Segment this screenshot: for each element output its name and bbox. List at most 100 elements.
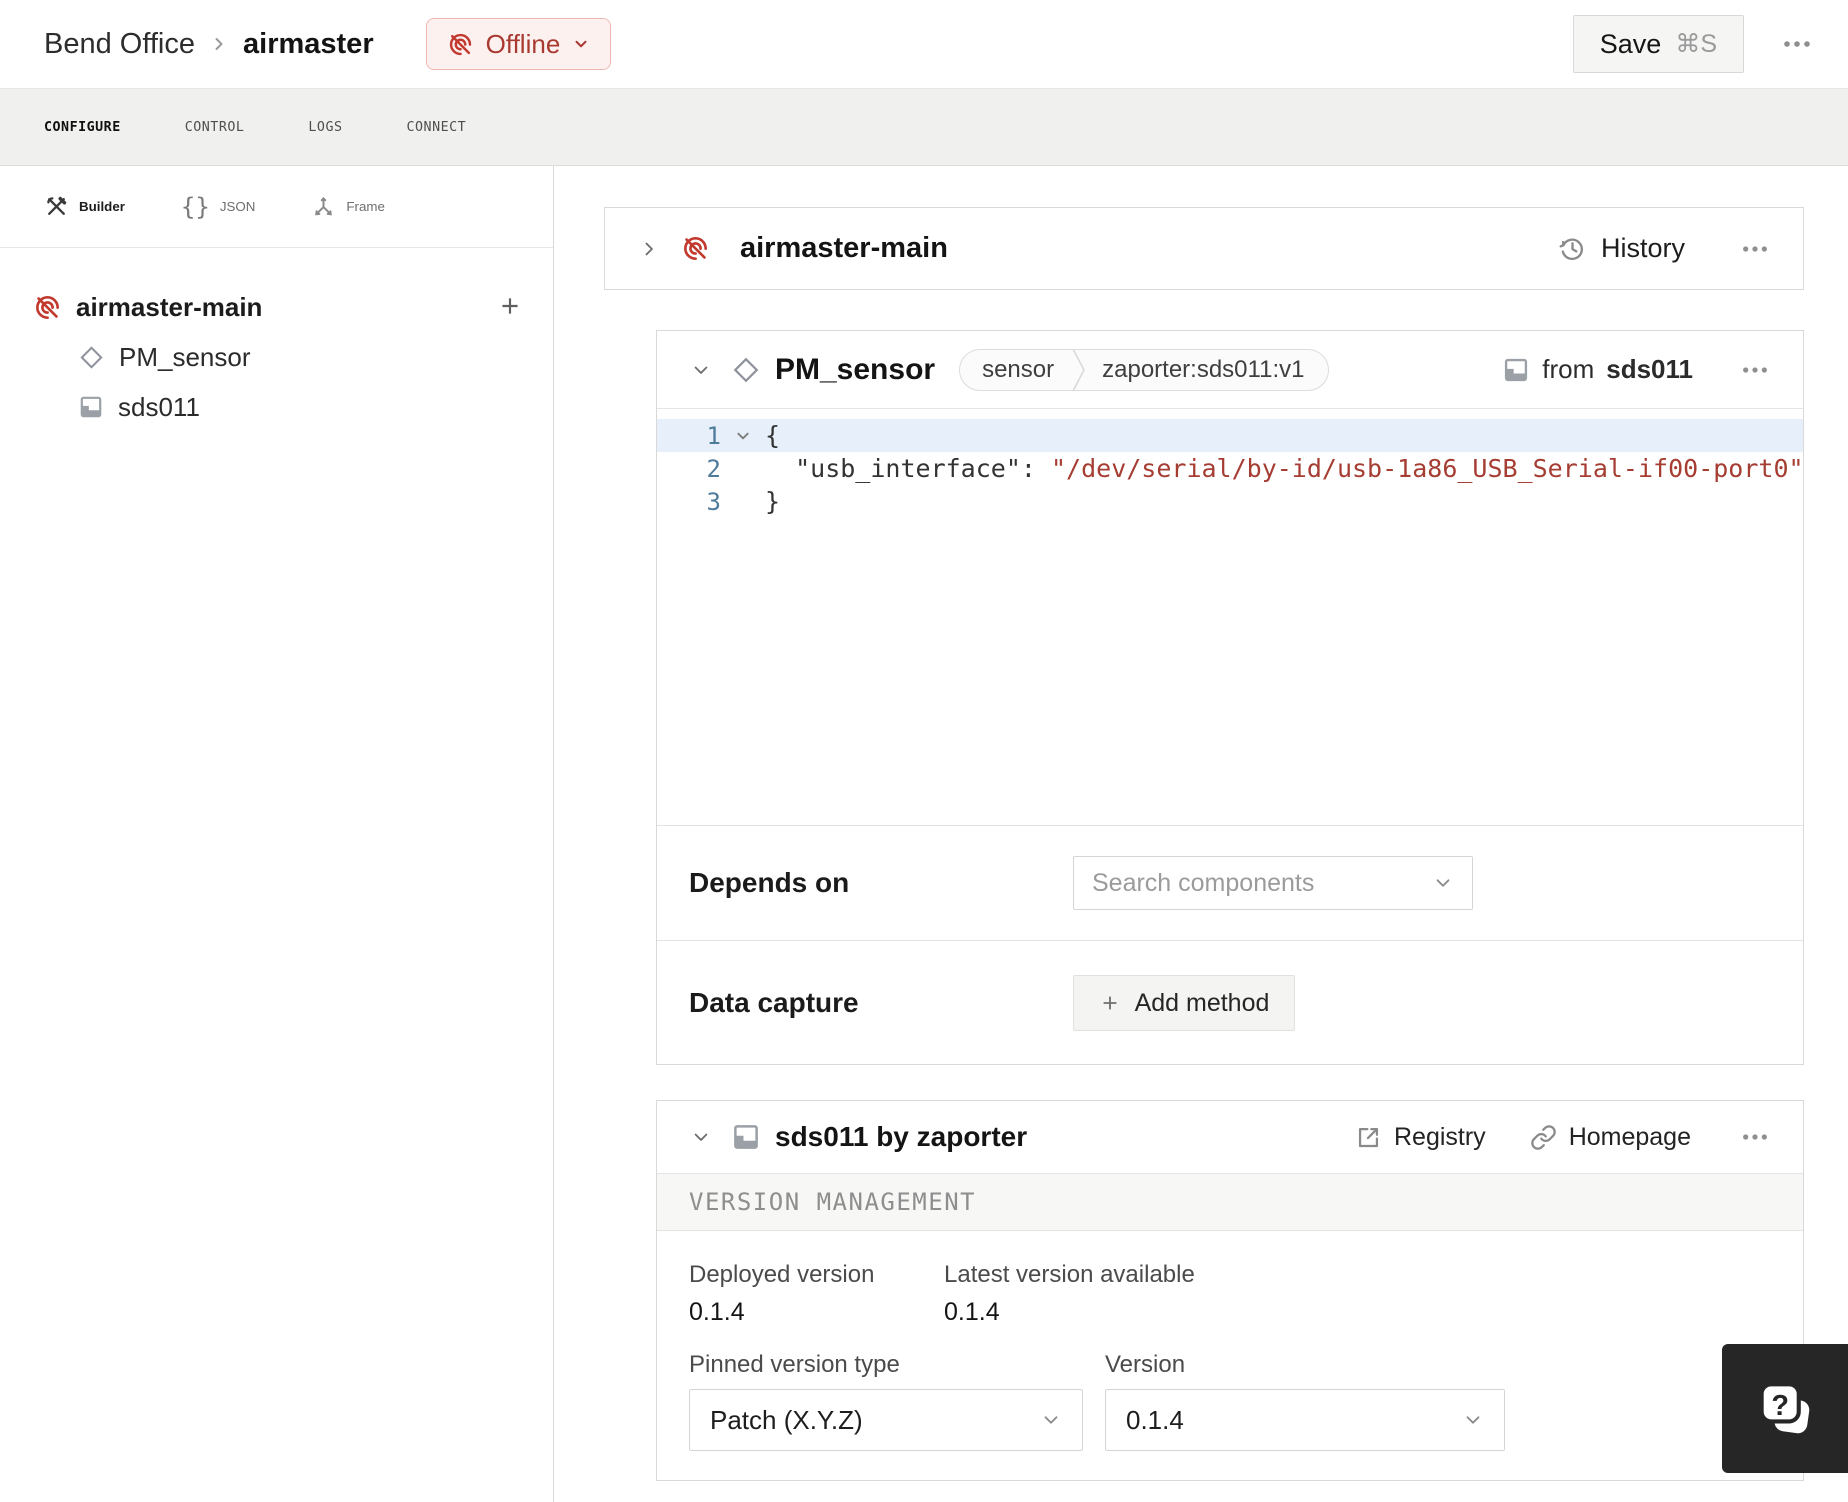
chevron-right-icon [209, 34, 229, 54]
add-method-button[interactable]: Add method [1073, 975, 1295, 1031]
homepage-label: Homepage [1568, 1122, 1691, 1151]
tools-icon [44, 194, 69, 219]
expand-part-button[interactable] [633, 233, 665, 265]
registry-label: Registry [1394, 1122, 1486, 1151]
help-button[interactable]: ? [1722, 1344, 1848, 1473]
save-button[interactable]: Save ⌘S [1572, 15, 1744, 73]
from-label: from [1542, 354, 1595, 384]
depends-on-select[interactable]: Search components [1073, 856, 1473, 910]
diamond-icon [78, 344, 105, 371]
line-number: 1 [706, 421, 721, 450]
wifi-offline-icon [447, 31, 474, 58]
svg-text:?: ? [1771, 1390, 1789, 1422]
view-builder[interactable]: Builder [44, 194, 125, 219]
model-badge: zaporter:sds011:v1 [1102, 355, 1305, 383]
plus-icon [1103, 996, 1116, 1010]
history-button[interactable]: History [1558, 233, 1685, 264]
save-shortcut: ⌘S [1675, 30, 1717, 58]
breadcrumb-org[interactable]: Bend Office [44, 28, 195, 61]
view-json[interactable]: {} JSON [181, 193, 255, 221]
data-capture-label: Data capture [689, 987, 859, 1018]
breadcrumb-machine: airmaster [243, 27, 374, 60]
editor-line[interactable]: 2 "usb_interface": "/dev/serial/by-id/us… [657, 452, 1804, 485]
component-menu-button[interactable] [1735, 360, 1775, 380]
view-toggle: Builder {} JSON Frame [0, 166, 553, 248]
deployed-version-label: Deployed version [689, 1261, 875, 1288]
component-card-header: PM_sensor sensor zaporter:sds011:v1 from… [657, 331, 1803, 409]
tree-item-airmaster-main[interactable]: airmaster-main [0, 282, 553, 332]
depends-on-label: Depends on [689, 867, 850, 898]
collapse-module-button[interactable] [685, 1121, 717, 1153]
help-icon: ? [1759, 1381, 1810, 1433]
code-string-value: "/dev/serial/by-id/usb-1a86_USB_Serial-i… [1050, 454, 1804, 483]
add-component-button[interactable] [491, 287, 529, 325]
tree-item-pm-sensor[interactable]: PM_sensor [0, 332, 553, 382]
plus-icon [502, 298, 518, 314]
editor-line[interactable]: 1 { [657, 419, 1803, 452]
chevron-down-icon [694, 1133, 708, 1141]
topbar-menu-button[interactable] [1776, 34, 1818, 54]
deployed-version-value: 0.1.4 [689, 1298, 745, 1326]
chevron-down-icon [1044, 1416, 1058, 1424]
module-icon [1502, 356, 1530, 384]
tab-control[interactable]: CONTROL [185, 120, 245, 135]
main-content: airmaster-main History PM_sensor sensor … [554, 166, 1848, 1502]
ellipsis-icon [1743, 1134, 1767, 1140]
view-frame-label: Frame [346, 199, 385, 214]
line-number: 2 [706, 454, 721, 483]
module-card-sds011: sds011 by zaporter Registry Homepage VER… [656, 1100, 1804, 1481]
save-label: Save [1599, 28, 1662, 59]
braces-icon: {} [180, 192, 210, 221]
version-management-section-title: VERSION MANAGEMENT [657, 1173, 1803, 1231]
editor-line[interactable]: 3 } [657, 485, 1803, 518]
tree-child-label: PM_sensor [119, 341, 251, 372]
view-frame[interactable]: Frame [311, 194, 385, 219]
from-module-indicator: from sds011 [1502, 354, 1693, 385]
module-title: sds011 by zaporter [775, 1121, 1028, 1152]
view-json-label: JSON [219, 199, 256, 214]
pinned-version-type-select[interactable]: Patch (X.Y.Z) [689, 1389, 1083, 1451]
module-menu-button[interactable] [1735, 1127, 1775, 1147]
code-text: { [765, 421, 781, 450]
chevron-down-icon [1466, 1416, 1480, 1424]
external-link-icon [1355, 1124, 1382, 1151]
module-card-header: sds011 by zaporter Registry Homepage [657, 1101, 1803, 1173]
chevron-down-icon [1436, 879, 1450, 887]
ellipsis-icon [1743, 366, 1767, 373]
view-builder-label: Builder [79, 199, 125, 214]
version-label: Version [1105, 1351, 1186, 1378]
json-attributes-editor[interactable]: 1 { 2 "usb_interface": "/dev/serial/by-i… [657, 409, 1804, 826]
tree-root-label: airmaster-main [76, 291, 263, 322]
top-bar: Bend Office airmaster Offline Save ⌘S [0, 0, 1848, 88]
line-number: 3 [706, 487, 721, 516]
latest-version-label: Latest version available [944, 1261, 1195, 1288]
wifi-offline-icon [33, 293, 62, 322]
version-value: 0.1.4 [1126, 1404, 1184, 1435]
tab-configure[interactable]: CONFIGURE [44, 120, 121, 135]
add-method-label: Add method [1134, 988, 1270, 1017]
homepage-link[interactable]: Homepage [1530, 1123, 1691, 1152]
part-menu-button[interactable] [1735, 239, 1775, 259]
component-title: PM_sensor [775, 352, 936, 386]
registry-link[interactable]: Registry [1355, 1123, 1486, 1152]
tab-logs[interactable]: LOGS [308, 120, 342, 135]
data-capture-row: Data capture Add method [657, 941, 1803, 1065]
component-tree: airmaster-main PM_sensor sds011 [0, 248, 553, 432]
fold-chevron-icon[interactable] [721, 429, 765, 443]
machine-status-badge[interactable]: Offline [425, 18, 612, 70]
type-badge: sensor [982, 355, 1055, 383]
tab-connect[interactable]: CONNECT [407, 120, 467, 135]
chevron-down-icon [572, 35, 590, 53]
component-card-pm-sensor: PM_sensor sensor zaporter:sds011:v1 from… [656, 330, 1804, 1065]
tree-item-sds011[interactable]: sds011 [0, 382, 553, 432]
breadcrumb: Bend Office airmaster [44, 28, 374, 61]
ellipsis-icon [1743, 245, 1767, 252]
module-icon [78, 394, 104, 420]
version-select[interactable]: 0.1.4 [1105, 1389, 1505, 1451]
diamond-icon [731, 355, 761, 385]
wifi-offline-icon [681, 234, 710, 263]
tree-child-label: sds011 [118, 391, 200, 422]
status-label: Offline [485, 28, 561, 59]
collapse-component-button[interactable] [685, 354, 717, 386]
depends-on-placeholder: Search components [1092, 868, 1315, 897]
